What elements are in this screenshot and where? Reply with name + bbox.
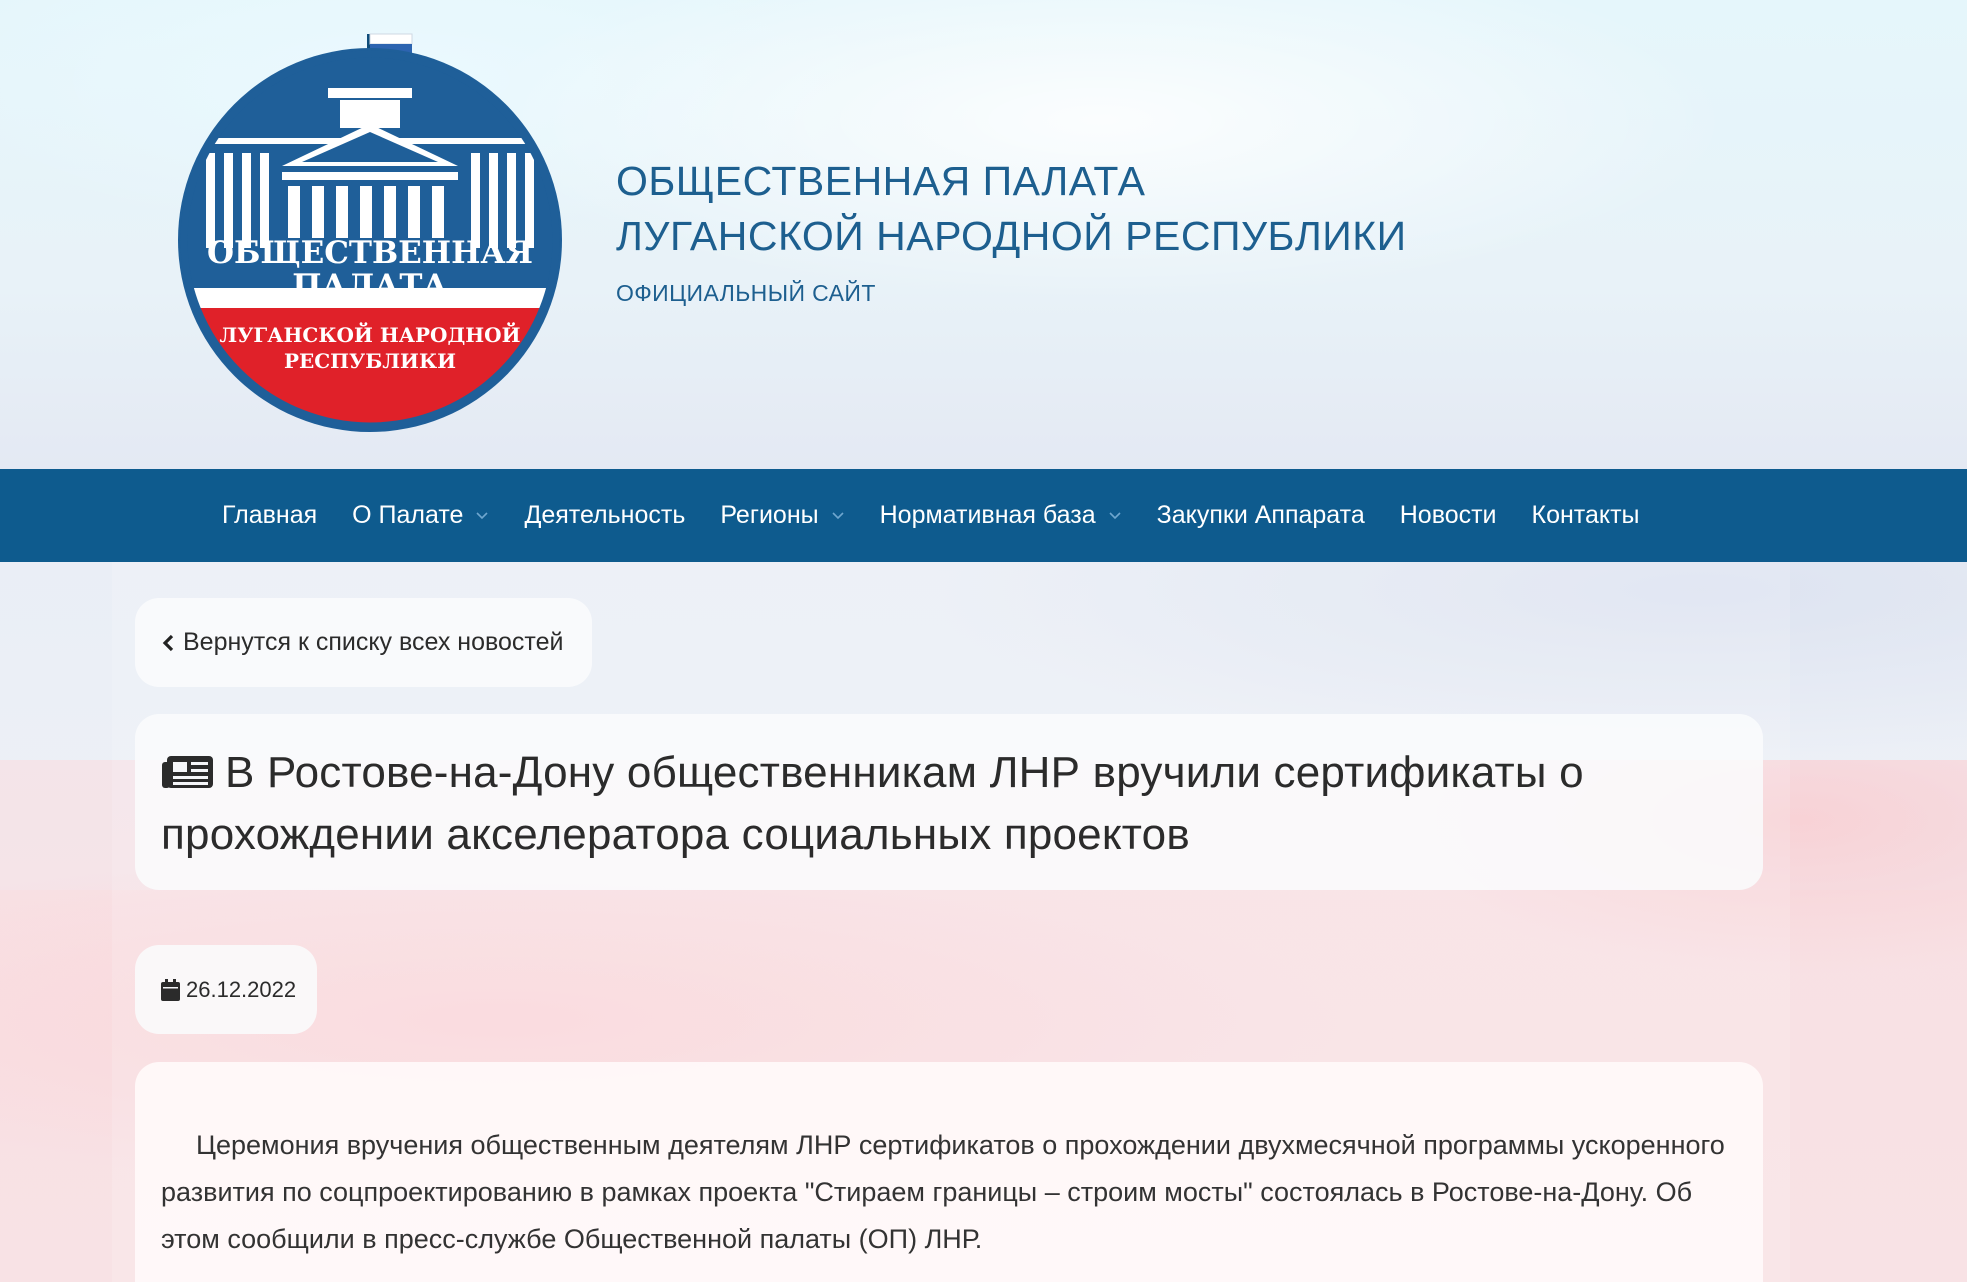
svg-text:ОБЩЕСТВЕННАЯ: ОБЩЕСТВЕННАЯ bbox=[207, 235, 533, 271]
nav-item-news[interactable]: Новости bbox=[1400, 501, 1497, 530]
svg-text:ПАЛАТА: ПАЛАТА bbox=[292, 268, 448, 304]
nav-item-home[interactable]: Главная bbox=[222, 501, 317, 530]
nav-item-activity[interactable]: Деятельность bbox=[524, 501, 685, 530]
back-to-news-button[interactable]: Вернутся к списку всех новостей bbox=[135, 598, 592, 687]
svg-text:РЕСПУБЛИКИ: РЕСПУБЛИКИ bbox=[284, 349, 456, 373]
site-logo[interactable]: ОБЩЕСТВЕННАЯ ПАЛАТА ЛУГАНСКОЙ НАРОДНОЙ Р… bbox=[178, 28, 562, 434]
nav-list: Главная О Палате Деятельность Регионы Но… bbox=[222, 469, 1675, 562]
nav-item-label: Новости bbox=[1399, 501, 1497, 529]
nav-item-regulations[interactable]: Нормативная база bbox=[880, 501, 1122, 530]
newspaper-icon bbox=[162, 756, 213, 788]
chevron-down-icon bbox=[1109, 511, 1121, 519]
site-header: ОБЩЕСТВЕННАЯ ПАЛАТА ЛУГАНСКОЙ НАРОДНОЙ Р… bbox=[0, 0, 1967, 469]
main-navigation: Главная О Палате Деятельность Регионы Но… bbox=[0, 469, 1967, 562]
chevron-left-icon bbox=[162, 634, 174, 651]
calendar-icon bbox=[161, 978, 180, 1001]
svg-text:ЛУГАНСКОЙ НАРОДНОЙ: ЛУГАНСКОЙ НАРОДНОЙ bbox=[220, 321, 521, 347]
nav-item-procurement[interactable]: Закупки Аппарата bbox=[1157, 501, 1365, 530]
back-to-news-label: Вернутся к списку всех новостей bbox=[183, 628, 564, 656]
site-subtitle: ОФИЦИАЛЬНЫЙ САЙТ bbox=[616, 280, 876, 306]
site-title[interactable]: ОБЩЕСТВЕННАЯ ПАЛАТА ЛУГАНСКОЙ НАРОДНОЙ Р… bbox=[616, 154, 1407, 264]
chevron-down-icon bbox=[476, 511, 489, 519]
nav-item-label: Контакты bbox=[1531, 501, 1640, 529]
article-title: В Ростове-на-Дону общественникам ЛНР вру… bbox=[161, 742, 1737, 866]
article-body-card: Церемония вручения общественным деятелям… bbox=[135, 1062, 1763, 1282]
site-title-line1: ОБЩЕСТВЕННАЯ ПАЛАТА bbox=[616, 158, 1146, 204]
nav-item-label: Нормативная база bbox=[879, 501, 1096, 529]
nav-item-label: Закупки Аппарата bbox=[1156, 501, 1365, 529]
nav-item-label: Деятельность bbox=[524, 501, 686, 529]
article-title-card: В Ростове-на-Дону общественникам ЛНР вру… bbox=[135, 714, 1763, 890]
article-title-text: В Ростове-на-Дону общественникам ЛНР вру… bbox=[161, 748, 1584, 859]
article-date-badge: 26.12.2022 bbox=[135, 945, 317, 1034]
nav-item-contacts[interactable]: Контакты bbox=[1532, 501, 1640, 530]
nav-item-label: О Палате bbox=[352, 501, 464, 529]
nav-item-regions[interactable]: Регионы bbox=[720, 501, 844, 530]
article-body-text: Церемония вручения общественным деятелям… bbox=[161, 1130, 1725, 1254]
chevron-down-icon bbox=[832, 511, 844, 519]
article-date: 26.12.2022 bbox=[186, 976, 297, 1002]
nav-item-label: Главная bbox=[222, 501, 318, 529]
nav-item-about[interactable]: О Палате bbox=[352, 501, 489, 530]
nav-item-label: Регионы bbox=[720, 501, 819, 529]
site-title-line2: ЛУГАНСКОЙ НАРОДНОЙ РЕСПУБЛИКИ bbox=[616, 213, 1407, 259]
